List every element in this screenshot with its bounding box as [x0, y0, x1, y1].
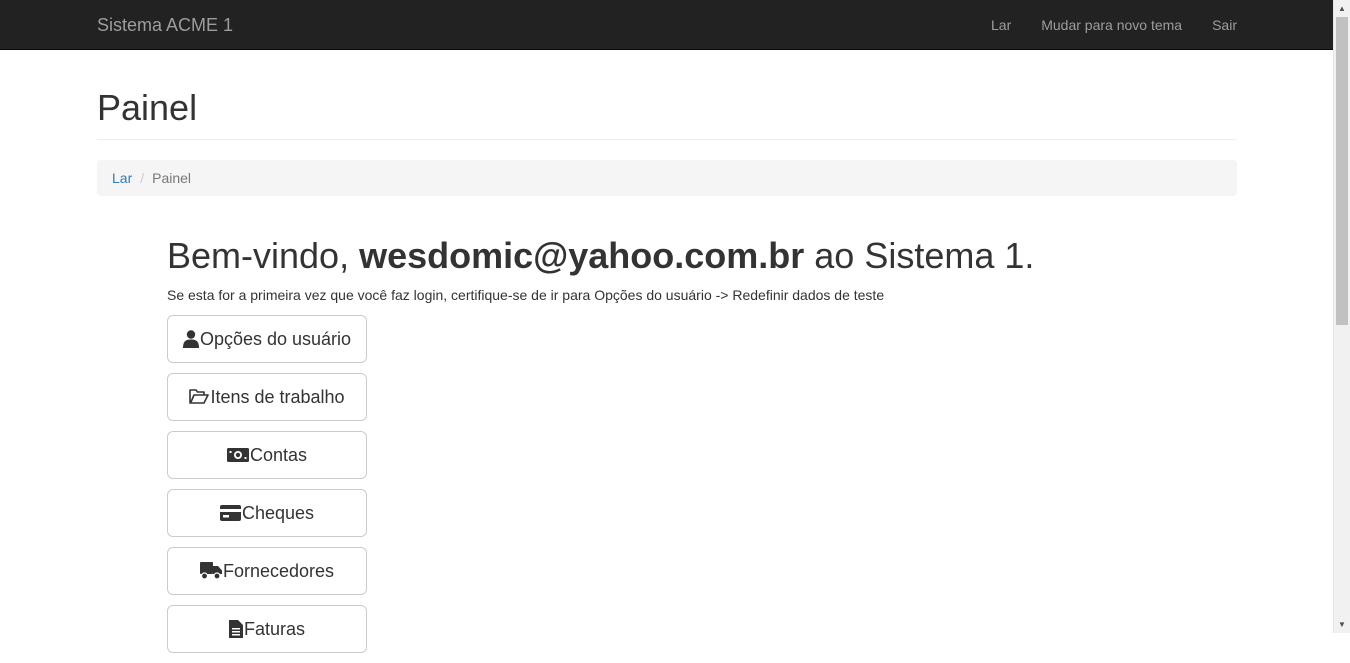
scroll-down-arrow-icon[interactable]: ▼: [1334, 616, 1350, 633]
scroll-up-arrow-icon[interactable]: ▲: [1334, 0, 1350, 17]
top-navbar: Sistema ACME 1 Lar Mudar para novo tema …: [0, 0, 1333, 50]
invoices-button[interactable]: Faturas: [167, 605, 367, 653]
page-header: Painel: [97, 84, 1237, 140]
file-icon: [228, 620, 243, 638]
suppliers-button[interactable]: Fornecedores: [167, 547, 367, 595]
truck-icon: [199, 562, 222, 580]
nav-link-home[interactable]: Lar: [976, 0, 1026, 50]
accounts-label: Contas: [249, 444, 308, 465]
page-title: Painel: [97, 87, 198, 128]
welcome-heading: Bem-vindo, wesdomic@yahoo.com.br ao Sist…: [167, 230, 1034, 282]
checks-button[interactable]: Cheques: [167, 489, 367, 537]
breadcrumb: Lar / Painel: [97, 160, 1237, 196]
user-icon: [182, 330, 199, 348]
breadcrumb-separator: /: [140, 170, 145, 186]
nav-link-change-theme[interactable]: Mudar para novo tema: [1026, 0, 1197, 50]
breadcrumb-current: Painel: [152, 170, 192, 186]
money-bill-icon: [226, 448, 249, 462]
suppliers-label: Fornecedores: [222, 560, 335, 581]
welcome-suffix: ao Sistema 1.: [804, 235, 1035, 276]
user-options-button[interactable]: Opções do usuário: [167, 315, 367, 363]
work-items-button[interactable]: Itens de trabalho: [167, 373, 367, 421]
brand-link[interactable]: Sistema ACME 1: [97, 0, 233, 50]
user-email: wesdomic@yahoo.com.br: [359, 235, 805, 276]
credit-card-icon: [219, 505, 241, 521]
nav-link-logout[interactable]: Sair: [1197, 0, 1237, 50]
folder-open-icon: [189, 389, 210, 405]
vertical-scrollbar[interactable]: ▲ ▼: [1333, 0, 1350, 633]
work-items-label: Itens de trabalho: [210, 386, 345, 407]
scrollbar-thumb[interactable]: [1336, 17, 1348, 325]
breadcrumb-home-link[interactable]: Lar: [112, 170, 132, 186]
accounts-button[interactable]: Contas: [167, 431, 367, 479]
checks-label: Cheques: [241, 502, 315, 523]
invoices-label: Faturas: [243, 618, 306, 639]
welcome-prefix: Bem-vindo,: [167, 235, 360, 276]
first-login-note: Se esta for a primeira vez que você faz …: [167, 287, 885, 303]
navbar-links: Lar Mudar para novo tema Sair: [976, 0, 1237, 50]
menu-button-list: Opções do usuário Itens de trabalho Cont…: [167, 315, 367, 663]
user-options-label: Opções do usuário: [199, 328, 352, 349]
